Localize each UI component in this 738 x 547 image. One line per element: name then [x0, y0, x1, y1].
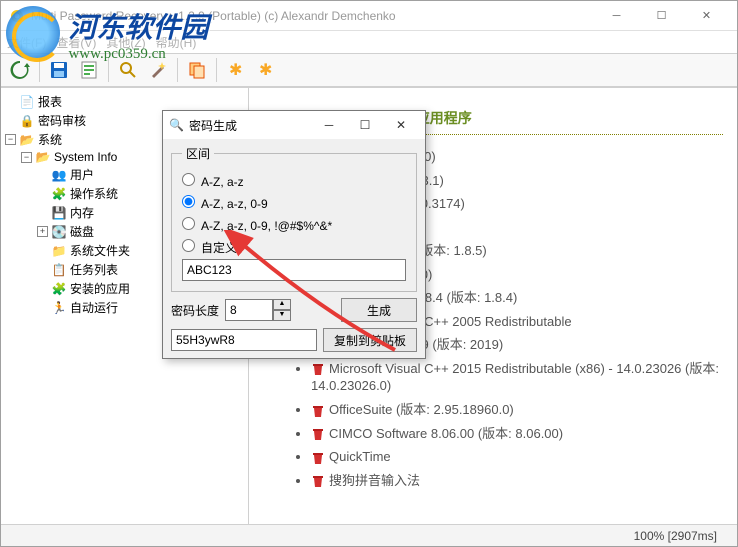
refresh-button[interactable]	[7, 57, 33, 83]
window-title: Multi Password Recovery v.1.2.9 (Portabl…	[31, 9, 594, 23]
tree-reports[interactable]: 📄报表	[5, 93, 246, 110]
dialog-minimize-button[interactable]: ─	[311, 118, 347, 132]
range-fieldset: 区间 A-Z, a-z A-Z, a-z, 0-9 A-Z, a-z, 0-9,…	[171, 145, 417, 292]
app-list-item[interactable]: CIMCO Software 8.06.00 (版本: 8.06.00)	[311, 422, 731, 446]
spin-up-icon[interactable]: ▲	[273, 299, 291, 310]
asterisk-button-1[interactable]: ✱	[223, 57, 249, 83]
asterisk-button-2[interactable]: ✱	[253, 57, 279, 83]
length-input[interactable]	[225, 299, 273, 321]
wand-button[interactable]	[145, 57, 171, 83]
folder-open-icon: 📂	[19, 132, 35, 148]
result-row: 复制到剪贴板	[171, 328, 417, 352]
folder-icon: 📁	[51, 243, 67, 259]
folder-open-icon: 📂	[35, 149, 51, 165]
generate-button[interactable]: 生成	[341, 298, 417, 322]
close-button[interactable]: ✕	[684, 2, 729, 30]
status-bar: 100% [2907ms]	[1, 524, 737, 546]
dialog-close-button[interactable]: ✕	[383, 118, 419, 132]
radio-option-1[interactable]: A-Z, a-z	[182, 170, 406, 192]
disk-icon: 💽	[51, 224, 67, 240]
password-generator-dialog: 🔍 密码生成 ─ ☐ ✕ 区间 A-Z, a-z A-Z, a-z, 0-9 A…	[162, 110, 426, 359]
dialog-title: 密码生成	[189, 117, 311, 134]
custom-charset-input[interactable]	[182, 259, 406, 281]
status-text: 100% [2907ms]	[634, 529, 717, 543]
windows-icon: 🧩	[51, 186, 67, 202]
run-icon: 🏃	[51, 300, 67, 316]
svg-text:✱: ✱	[259, 62, 272, 79]
range-legend: 区间	[182, 145, 214, 162]
user-icon: 👥	[51, 167, 67, 183]
memory-icon: 💾	[51, 205, 67, 221]
length-label: 密码长度	[171, 302, 219, 319]
minimize-button[interactable]: ─	[594, 2, 639, 30]
apps-icon: 🧩	[51, 281, 67, 297]
dialog-title-bar[interactable]: 🔍 密码生成 ─ ☐ ✕	[163, 111, 425, 139]
toolbar: ✱ ✱	[1, 53, 737, 87]
app-list-item[interactable]: 搜狗拼音输入法	[311, 469, 731, 493]
report-icon: 📄	[19, 94, 35, 110]
maximize-button[interactable]: ☐	[639, 2, 684, 30]
save-button[interactable]	[46, 57, 72, 83]
length-row: 密码长度 ▲▼ 生成	[171, 298, 417, 322]
app-list-item[interactable]: QuickTime	[311, 445, 731, 469]
radio-option-3[interactable]: A-Z, a-z, 0-9, !@#$%^&*	[182, 214, 406, 236]
radio-option-2[interactable]: A-Z, a-z, 0-9	[182, 192, 406, 214]
menu-file[interactable]: 文件(F)	[7, 34, 46, 51]
menu-help[interactable]: 帮助(H)	[156, 34, 197, 51]
radio-option-4[interactable]: 自定义	[182, 236, 406, 259]
search-button[interactable]	[115, 57, 141, 83]
menu-view[interactable]: 查看(V)	[56, 34, 96, 51]
menu-bar: 文件(F) 查看(V) 其他(Z) 帮助(H)	[1, 31, 737, 53]
menu-other[interactable]: 其他(Z)	[106, 34, 145, 51]
result-input[interactable]	[171, 329, 317, 351]
app-list-item[interactable]: Microsoft Visual C++ 2015 Redistributabl…	[311, 357, 731, 398]
length-spinner[interactable]: ▲▼	[225, 299, 295, 321]
task-icon: 📋	[51, 262, 67, 278]
app-list-item[interactable]: OfficeSuite (版本: 2.95.18960.0)	[311, 398, 731, 422]
expand-icon[interactable]: +	[37, 226, 48, 237]
svg-text:✱: ✱	[229, 62, 242, 79]
dialog-maximize-button[interactable]: ☐	[347, 118, 383, 132]
collapse-icon[interactable]: −	[5, 134, 16, 145]
search-icon: 🔍	[169, 118, 185, 132]
report-button[interactable]	[76, 57, 102, 83]
collapse-icon[interactable]: −	[21, 152, 32, 163]
spin-down-icon[interactable]: ▼	[273, 310, 291, 321]
app-icon	[9, 8, 25, 24]
title-bar: Multi Password Recovery v.1.2.9 (Portabl…	[1, 1, 737, 31]
copy-button[interactable]	[184, 57, 210, 83]
copy-clipboard-button[interactable]: 复制到剪贴板	[323, 328, 417, 352]
lock-icon: 🔒	[19, 113, 35, 129]
